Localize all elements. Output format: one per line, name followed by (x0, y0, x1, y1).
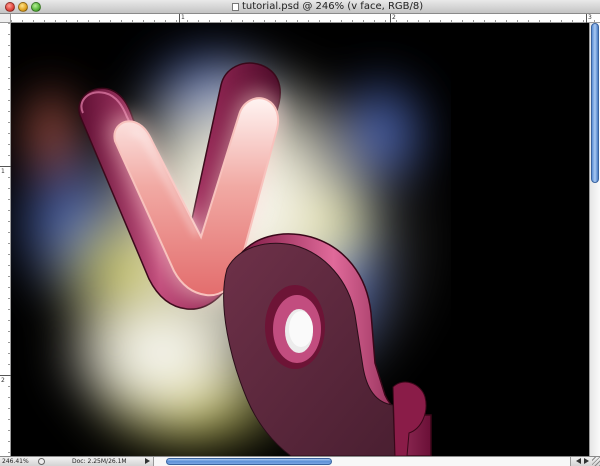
ruler-label: 1 (181, 14, 185, 21)
ruler-label: 1 (1, 168, 5, 175)
ruler-major-tick (179, 14, 180, 23)
horizontal-ruler[interactable]: 1 2 3 (11, 14, 600, 23)
title-bar: tutorial.psd @ 246% (v face, RGB/8) (0, 0, 600, 14)
document-canvas[interactable] (11, 23, 589, 456)
zoom-level-field[interactable]: 246.41% (2, 457, 34, 466)
horizontal-scrollbar[interactable] (153, 457, 571, 466)
horizontal-scroll-thumb[interactable] (166, 458, 332, 465)
ruler-major-tick (0, 166, 11, 167)
vertical-scroll-thumb[interactable] (591, 23, 599, 183)
zoom-window-button[interactable] (31, 2, 41, 12)
ruler-major-tick (0, 375, 11, 376)
document-icon (232, 3, 239, 11)
minimize-window-button[interactable] (18, 2, 28, 12)
arrow-left-icon[interactable] (576, 458, 581, 464)
document-size-info: Doc: 2.25M/26.1M (72, 458, 127, 465)
vertical-ruler[interactable]: 1 2 (0, 23, 11, 456)
ruler-origin[interactable] (0, 14, 11, 23)
ruler-major-tick (390, 14, 391, 23)
ruler-label: 2 (392, 14, 396, 21)
ruler-major-tick (586, 14, 587, 23)
vertical-scrollbar[interactable] (589, 23, 600, 456)
ruler-label: 3 (588, 14, 592, 21)
status-menu-icon[interactable] (38, 458, 45, 465)
resize-grip[interactable] (592, 457, 600, 466)
artwork (11, 23, 589, 456)
close-window-button[interactable] (5, 2, 15, 12)
ruler-label: 2 (1, 377, 5, 384)
arrow-right-icon[interactable] (584, 458, 589, 464)
status-bar: 246.41% Doc: 2.25M/26.1M (0, 456, 600, 466)
window-title: tutorial.psd @ 246% (v face, RGB/8) (242, 1, 424, 12)
status-info-menu-icon[interactable] (145, 458, 150, 464)
